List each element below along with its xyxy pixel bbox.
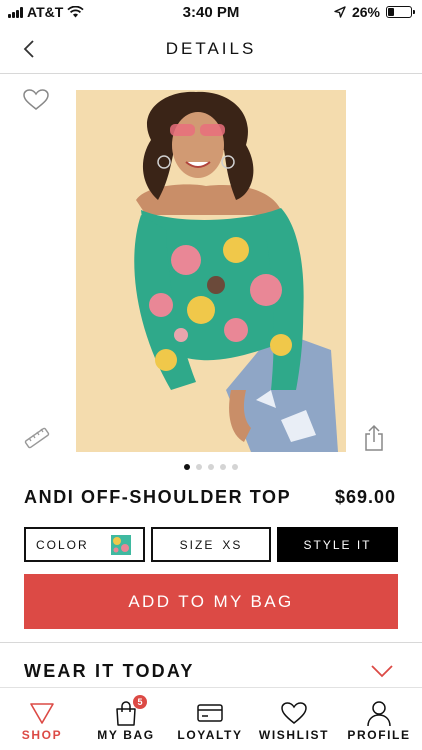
- status-right: 26%: [334, 4, 415, 20]
- bag-count-badge: 5: [133, 695, 147, 709]
- heart-outline-icon: [23, 89, 49, 110]
- image-pager[interactable]: [0, 464, 422, 470]
- add-to-bag-button[interactable]: ADD TO MY BAG: [24, 574, 398, 629]
- status-bar: AT&T 3:40 PM 26%: [0, 0, 422, 24]
- share-icon: [365, 424, 383, 451]
- page-title: DETAILS: [165, 39, 257, 58]
- location-arrow-icon: [334, 6, 346, 18]
- style-it-label: STYLE IT: [303, 537, 372, 552]
- product-price: $69.00: [334, 487, 396, 507]
- product-options: COLOR SIZE XS STYLE IT: [24, 527, 398, 562]
- triangle-icon: [30, 703, 54, 724]
- tab-label: WISHLIST: [258, 728, 330, 742]
- pager-dot[interactable]: [208, 464, 214, 470]
- tab-my-bag[interactable]: 5 MY BAG: [84, 688, 168, 750]
- size-selector[interactable]: SIZE XS: [151, 527, 271, 562]
- tab-label: MY BAG: [97, 728, 155, 742]
- tab-label: PROFILE: [347, 728, 411, 742]
- tab-label: SHOP: [21, 728, 63, 742]
- size-label: SIZE: [179, 537, 215, 552]
- product-image[interactable]: [76, 90, 346, 452]
- tab-wishlist[interactable]: WISHLIST: [252, 688, 336, 750]
- color-label: COLOR: [36, 537, 89, 552]
- ruler-icon: [24, 427, 50, 449]
- tab-loyalty[interactable]: LOYALTY: [168, 688, 252, 750]
- color-swatch: [111, 535, 131, 555]
- color-selector[interactable]: COLOR: [24, 527, 145, 562]
- style-it-button[interactable]: STYLE IT: [277, 527, 398, 562]
- wear-it-today-title: WEAR IT TODAY: [24, 661, 195, 681]
- size-guide-button[interactable]: [22, 424, 50, 452]
- tab-profile[interactable]: PROFILE: [336, 688, 422, 750]
- card-icon: [197, 704, 223, 722]
- pager-dot[interactable]: [220, 464, 226, 470]
- tab-bar: SHOP 5 MY BAG LOYALTY WISHLIST PROFILE: [0, 687, 422, 750]
- share-button[interactable]: [362, 424, 386, 452]
- heart-icon: [281, 702, 307, 724]
- pager-dot[interactable]: [196, 464, 202, 470]
- add-to-bag-label: ADD TO MY BAG: [128, 591, 294, 611]
- pager-dot[interactable]: [184, 464, 190, 470]
- chevron-down-icon: [371, 665, 393, 678]
- size-value: XS: [222, 537, 243, 552]
- pager-dot[interactable]: [232, 464, 238, 470]
- battery-icon: [386, 6, 415, 18]
- tab-label: LOYALTY: [177, 728, 243, 742]
- battery-percent: 26%: [351, 4, 380, 20]
- person-icon: [367, 701, 391, 727]
- product-name: ANDI OFF-SHOULDER TOP: [24, 487, 292, 507]
- section-divider: [0, 642, 422, 643]
- add-to-wishlist-button[interactable]: [22, 88, 50, 112]
- product-photo: [76, 90, 346, 452]
- wear-it-today-toggle[interactable]: [370, 663, 394, 679]
- tab-shop[interactable]: SHOP: [0, 688, 84, 750]
- nav-header: DETAILS: [0, 24, 422, 74]
